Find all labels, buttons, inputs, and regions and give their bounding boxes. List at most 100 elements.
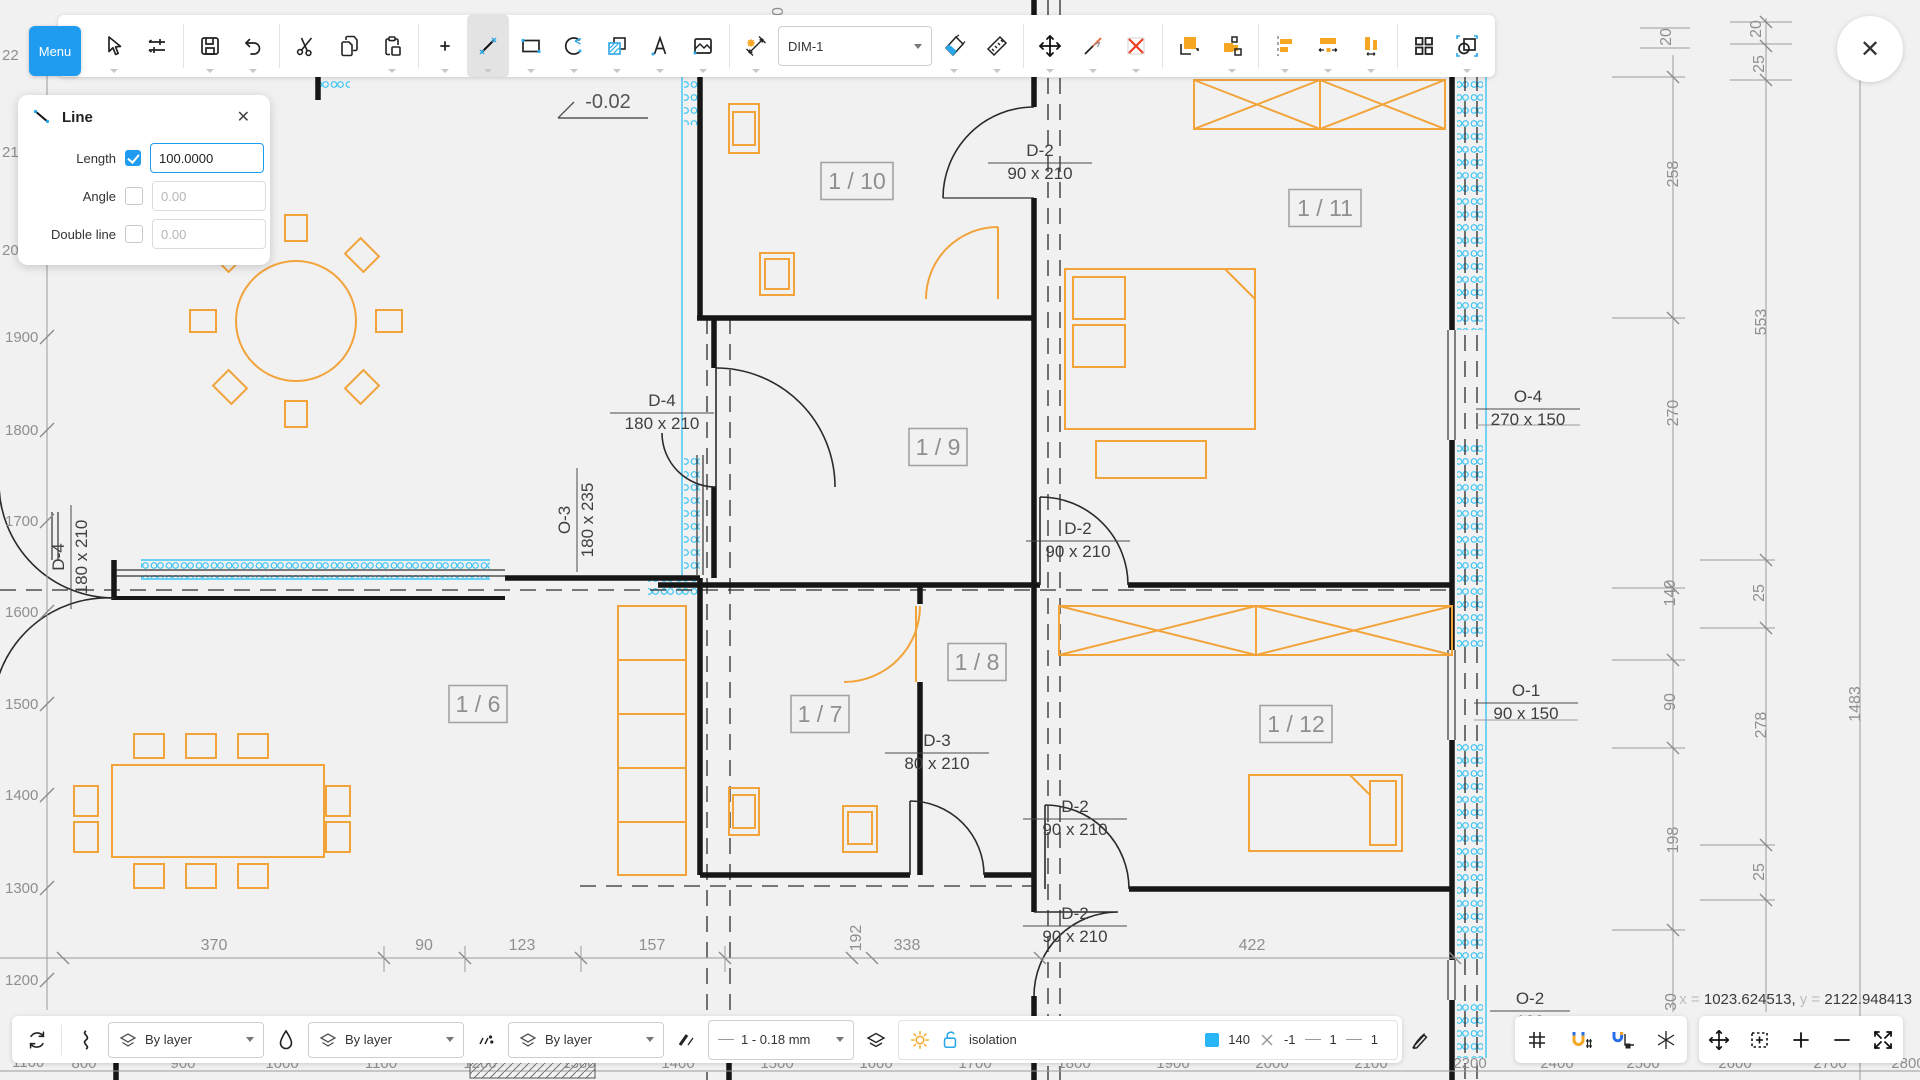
arrange-order-button[interactable] [1211, 15, 1253, 77]
line-sample-icon [1305, 1039, 1321, 1040]
length-checkbox[interactable] [125, 150, 141, 166]
modify-tool-button[interactable] [136, 15, 178, 77]
zoom-out-button[interactable] [1824, 1020, 1860, 1060]
double-line-input[interactable] [152, 219, 266, 249]
plan-text: 25 [1751, 863, 1768, 881]
opening-tag: D-4180 x 210 [610, 391, 714, 433]
length-input[interactable] [150, 143, 264, 173]
hatch-tool-button[interactable] [596, 15, 638, 77]
zoom-in-button[interactable] [1783, 1020, 1819, 1060]
cut-button[interactable] [285, 15, 327, 77]
drawing-canvas[interactable]: 1 / 101 / 111 / 91 / 81 / 71 / 61 / 12D-… [0, 0, 1920, 1080]
edit-layer-button[interactable] [1401, 1020, 1439, 1060]
distribute-vertical-icon [1358, 33, 1384, 59]
minus-icon [1830, 1028, 1854, 1052]
delete-tool-button[interactable] [1115, 15, 1157, 77]
zoom-extents-button[interactable] [1865, 1020, 1901, 1060]
line-properties-panel: Line ✕ Length Angle Double line [18, 95, 270, 265]
svg-text:90 x 210: 90 x 210 [1045, 542, 1110, 561]
ruler-icon [984, 33, 1010, 59]
move-tool-button[interactable] [1029, 15, 1071, 77]
text-tool-button[interactable] [639, 15, 681, 77]
plan-text: 270 [1665, 400, 1682, 427]
chevron-down-icon [646, 1037, 654, 1042]
chevron-down-icon [246, 1037, 254, 1042]
color-tool-button[interactable] [267, 1020, 305, 1060]
plan-text: -0.02 [585, 91, 631, 113]
plan-text: 123 [509, 937, 536, 954]
expand-icon [1871, 1028, 1895, 1052]
line-tool-button[interactable] [467, 15, 509, 77]
double-line-checkbox[interactable] [125, 225, 143, 243]
point-tool-button[interactable] [424, 15, 466, 77]
distribute-horizontal-button[interactable] [1307, 15, 1349, 77]
opening-tag: O-3180 x 235 [555, 468, 597, 572]
sun-icon [909, 1029, 931, 1051]
paste-button[interactable] [371, 15, 413, 77]
rectangle-icon [519, 34, 543, 58]
tile-view-button[interactable] [1403, 15, 1445, 77]
dimension-tool-button[interactable] [735, 15, 777, 77]
layer-properties-button[interactable] [857, 1020, 895, 1060]
point-plus-icon [433, 34, 457, 58]
opening-tag: D-380 x 210 [885, 731, 989, 773]
magnet-object-icon [1610, 1028, 1636, 1052]
polyline-edit-button[interactable] [67, 1020, 105, 1060]
plan-text: 1483 [1847, 686, 1864, 722]
snap-to-grid-button[interactable] [1562, 1020, 1598, 1060]
zoom-window-button[interactable] [1742, 1020, 1778, 1060]
plan-text: 140 [1662, 580, 1679, 607]
cursor-coordinates: x = 1023.624513, y = 2122.948413 [1679, 991, 1912, 1008]
marker-tool-button[interactable] [933, 15, 975, 77]
distribute-vertical-button[interactable] [1350, 15, 1392, 77]
svg-text:D-2: D-2 [1061, 797, 1088, 816]
image-tool-button[interactable] [682, 15, 724, 77]
menu-button[interactable]: Menu [29, 26, 81, 76]
opening-tag: O-4270 x 150 [1476, 387, 1580, 429]
svg-text:O-4: O-4 [1514, 387, 1542, 406]
panel-close-icon[interactable]: ✕ [231, 106, 256, 128]
bring-forward-button[interactable] [1168, 15, 1210, 77]
lineweight-select[interactable]: 1 - 0.18 mm [708, 1020, 854, 1060]
layer-c-value: 1 [1371, 1032, 1378, 1047]
copy-button[interactable] [328, 15, 370, 77]
regen-button[interactable] [18, 1020, 56, 1060]
linetype-tool-button[interactable] [467, 1020, 505, 1060]
rectangle-tool-button[interactable] [510, 15, 552, 77]
lineweight-tool-button[interactable] [667, 1020, 705, 1060]
sliders-icon [145, 34, 169, 58]
leader-tool-button[interactable] [1072, 15, 1114, 77]
dimension-lines [0, 16, 1920, 1080]
save-button[interactable] [189, 15, 231, 77]
pan-button[interactable] [1701, 1020, 1737, 1060]
bring-forward-icon [1176, 33, 1202, 59]
angle-input[interactable] [152, 181, 266, 211]
select-tool-button[interactable] [93, 15, 135, 77]
undo-button[interactable] [232, 15, 274, 77]
grid-icon [1525, 1028, 1549, 1052]
plan-labels: 1 / 101 / 111 / 91 / 81 / 71 / 61 / 12D-… [2, 7, 1920, 1072]
close-button[interactable]: ✕ [1837, 16, 1903, 82]
measure-tool-button[interactable] [976, 15, 1018, 77]
plan-text: 30 [1663, 993, 1680, 1011]
y-label: y = [1800, 991, 1820, 1008]
dimension-style-select[interactable]: DIM-1 [778, 26, 932, 66]
layer-select[interactable]: By layer [108, 1022, 264, 1058]
snap-asterisk-icon [1654, 1028, 1678, 1052]
align-left-button[interactable] [1264, 15, 1306, 77]
isolate-objects-button[interactable] [1446, 15, 1488, 77]
opening-tag: D-290 x 210 [1026, 519, 1130, 561]
snap-to-object-button[interactable] [1605, 1020, 1641, 1060]
layers-icon [865, 1030, 887, 1050]
grid-toggle-button[interactable] [1519, 1020, 1555, 1060]
paste-icon [380, 34, 404, 58]
snap-tracking-button[interactable] [1648, 1020, 1684, 1060]
linetype-select[interactable]: By layer [508, 1022, 664, 1058]
angle-checkbox[interactable] [125, 187, 143, 205]
svg-text:O-1: O-1 [1512, 681, 1540, 700]
color-select[interactable]: By layer [308, 1022, 464, 1058]
layer-color-swatch[interactable] [1205, 1033, 1219, 1047]
plan-text: 20 [1748, 20, 1765, 38]
current-layer-group[interactable]: isolation 140 -1 1 1 [898, 1020, 1398, 1060]
arc-tool-button[interactable] [553, 15, 595, 77]
